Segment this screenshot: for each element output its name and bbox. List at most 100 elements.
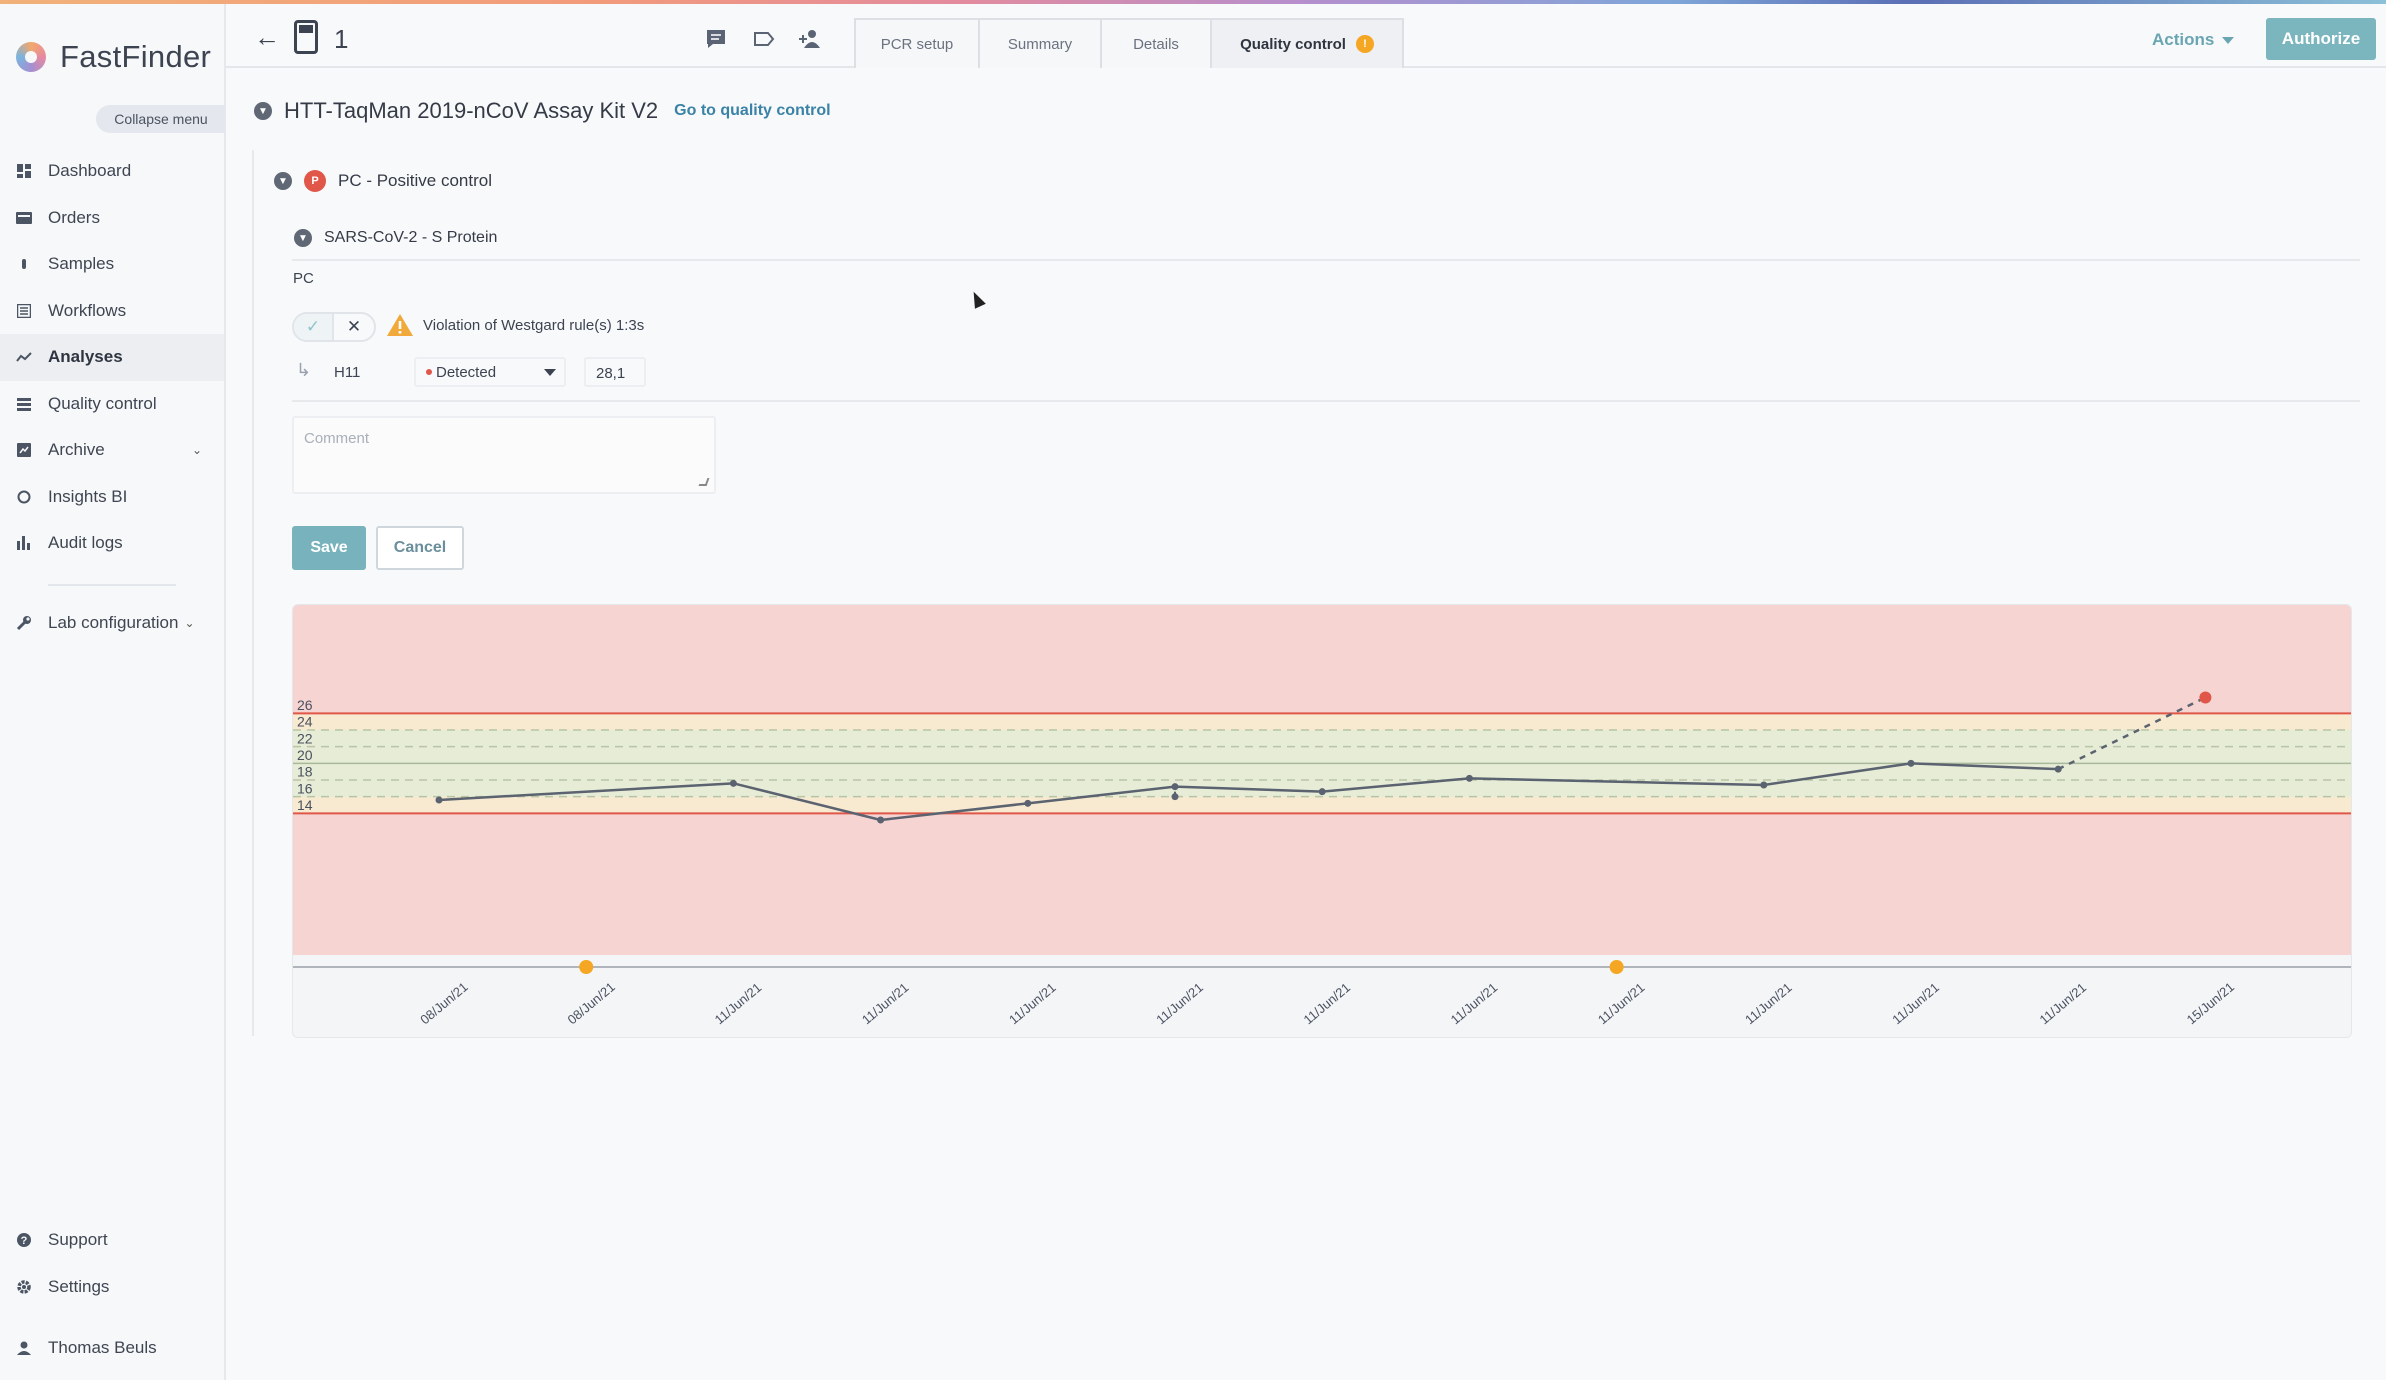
orders-icon (16, 210, 32, 226)
wrench-icon (16, 615, 32, 631)
sidebar-nav: Dashboard Orders Samples Workflows Analy… (0, 148, 224, 567)
result-select-value: Detected (436, 363, 497, 381)
sidebar-item-label: Samples (48, 254, 115, 274)
collapse-menu-button[interactable]: Collapse menu (96, 105, 226, 133)
accept-reject-toggle: ✓ ✕ (292, 312, 376, 342)
chevron-down-icon[interactable]: ⌄ (192, 443, 202, 457)
svg-text:?: ? (21, 1235, 28, 1247)
sidebar-item-support[interactable]: ? Support (0, 1217, 224, 1264)
target-header: ▼ SARS-CoV-2 - S Protein (294, 229, 497, 247)
insights-icon (16, 489, 32, 505)
control-type-badge: P (304, 170, 326, 192)
sidebar-item-quality-control[interactable]: Quality control (0, 381, 224, 428)
cancel-button[interactable]: Cancel (376, 526, 464, 570)
y-tick-label: 16 (297, 780, 313, 796)
caret-down-icon (544, 369, 556, 376)
sidebar-item-label: Quality control (48, 393, 157, 413)
sidebar-item-lab-configuration[interactable]: Lab configuration ⌄ (0, 600, 224, 647)
tab-pcr-setup[interactable]: PCR setup (854, 18, 980, 68)
divider (292, 259, 2360, 261)
assay-header: ▼ HTT-TaqMan 2019-nCoV Assay Kit V2 Go t… (254, 98, 831, 124)
sidebar-item-audit-logs[interactable]: Audit logs (0, 520, 224, 567)
back-arrow-icon[interactable]: ← (254, 22, 280, 53)
y-tick-label: 14 (297, 797, 313, 813)
chart-svg: 1416182022242608/Jun/21 08/Jun/21 11/Jun/2… (293, 605, 2351, 1037)
tab-details[interactable]: Details (1100, 18, 1212, 68)
divider (292, 400, 2360, 402)
collapse-toggle-icon[interactable]: ▼ (274, 172, 292, 190)
control-label: PC - Positive control (338, 171, 492, 190)
logo-icon (16, 42, 46, 72)
event-marker (579, 960, 594, 974)
tab-label: Summary (1007, 35, 1073, 53)
sidebar: FastFinder Collapse menu Dashboard Order… (0, 4, 226, 1380)
comment-icon[interactable] (704, 28, 728, 50)
violation-message: Violation of Westgard rule(s) 1:3s (423, 317, 645, 334)
y-tick-label: 20 (297, 747, 313, 763)
sidebar-item-label: Analyses (48, 347, 123, 367)
app-logo[interactable]: FastFinder (16, 34, 211, 80)
sidebar-item-samples[interactable]: Samples (0, 241, 224, 288)
tag-icon[interactable] (752, 28, 776, 50)
sidebar-user: Thomas Beuls (0, 1325, 224, 1372)
data-point (435, 796, 443, 804)
sidebar-item-label: Workflows (48, 300, 127, 320)
tab-summary[interactable]: Summary (978, 18, 1102, 68)
sidebar-divider (48, 584, 176, 586)
comment-textarea[interactable]: Comment (292, 416, 716, 494)
y-tick-label: 26 (297, 697, 313, 713)
sidebar-item-label: Insights BI (48, 486, 128, 506)
plate-icon (294, 20, 318, 54)
accept-check-icon[interactable]: ✓ (294, 314, 335, 340)
sidebar-item-label: Support (48, 1230, 108, 1250)
ct-value-field[interactable]: 28,1 (584, 357, 646, 387)
data-point (1171, 783, 1179, 791)
add-user-icon[interactable] (798, 28, 822, 50)
collapse-toggle-icon[interactable]: ▼ (254, 102, 272, 120)
sidebar-item-label: Lab configuration (48, 613, 179, 633)
gear-icon (16, 1279, 32, 1295)
chevron-down-icon[interactable]: ⌄ (184, 616, 194, 630)
sample-type-label: PC (293, 270, 314, 287)
sidebar-item-workflows[interactable]: Workflows (0, 288, 224, 335)
run-number: 1 (334, 24, 349, 54)
actions-dropdown[interactable]: Actions (2152, 30, 2235, 50)
sub-arrow-icon: ↳ (296, 360, 312, 380)
data-point (1760, 781, 1768, 789)
sidebar-item-dashboard[interactable]: Dashboard (0, 148, 224, 195)
tab-label: Details (1133, 35, 1179, 53)
sidebar-item-label: Settings (48, 1276, 110, 1296)
user-profile[interactable]: Thomas Beuls (0, 1325, 224, 1372)
authorize-button[interactable]: Authorize (2266, 18, 2376, 60)
sidebar-item-orders[interactable]: Orders (0, 195, 224, 242)
save-button[interactable]: Save (292, 526, 366, 570)
result-select[interactable]: Detected (414, 357, 566, 387)
sidebar-item-archive[interactable]: Archive ⌄ (0, 427, 224, 474)
workflows-icon (16, 303, 32, 319)
tree-line (252, 150, 254, 1036)
actions-label: Actions (2152, 30, 2215, 49)
status-dot-icon (426, 369, 432, 375)
data-point (1024, 799, 1032, 807)
collapse-toggle-icon[interactable]: ▼ (294, 229, 312, 247)
y-tick-label: 18 (297, 764, 313, 780)
data-point (729, 779, 737, 787)
analyses-icon (16, 349, 32, 365)
sidebar-item-analyses[interactable]: Analyses (0, 334, 224, 381)
control-header: ▼ P PC - Positive control (274, 170, 492, 192)
reject-x-icon[interactable]: ✕ (334, 314, 374, 340)
assay-title: HTT-TaqMan 2019-nCoV Assay Kit V2 (284, 98, 659, 123)
sidebar-item-insights-bi[interactable]: Insights BI (0, 474, 224, 521)
go-to-quality-control-link[interactable]: Go to quality control (674, 102, 830, 120)
sidebar-lab-config-group: Lab configuration ⌄ (0, 600, 224, 647)
audit-logs-icon (16, 535, 32, 551)
violation-point (2199, 691, 2212, 704)
resize-handle-icon[interactable] (698, 478, 710, 486)
sidebar-item-label: Archive (48, 440, 105, 460)
warning-triangle-icon (387, 314, 413, 336)
archive-icon (16, 442, 32, 458)
tab-quality-control[interactable]: Quality control ! (1210, 18, 1404, 68)
sidebar-item-settings[interactable]: Settings (0, 1264, 224, 1311)
samples-icon (16, 256, 32, 272)
levey-jennings-chart: 14 16 18 20 22 24 26 08/Jun/21 08/Jun/21 11/Jun/2… (292, 604, 2352, 1038)
